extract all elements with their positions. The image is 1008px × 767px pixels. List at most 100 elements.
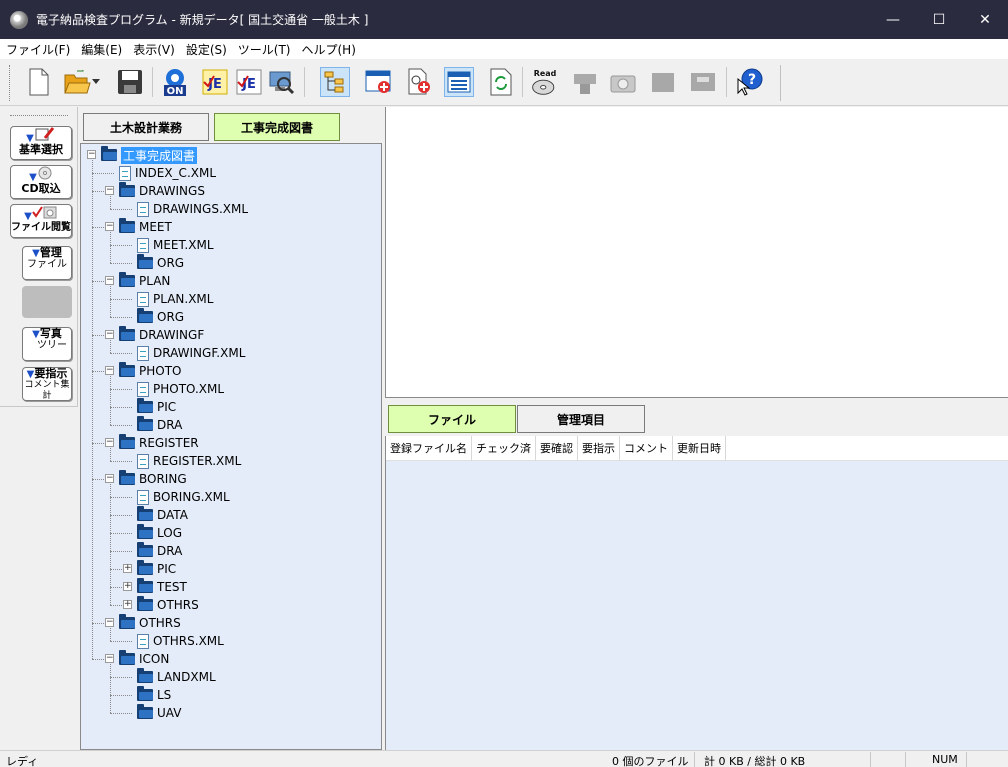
col-updated[interactable]: 更新日時 (673, 435, 726, 461)
expand-icon[interactable]: + (123, 564, 132, 573)
tree-file-node[interactable]: PLAN.XML (137, 290, 213, 308)
xml-file-icon (119, 165, 131, 181)
tree-folder-node[interactable]: TEST (137, 578, 187, 596)
je-check-2-button[interactable]: JE (234, 67, 264, 97)
menu-file[interactable]: ファイル(F) (6, 41, 70, 58)
collapse-icon[interactable]: − (105, 474, 114, 483)
standard-select-button[interactable]: ▼ 基準選択 (10, 126, 72, 160)
tree-file-node[interactable]: OTHRS.XML (137, 632, 224, 650)
col-comment[interactable]: コメント (620, 435, 673, 461)
col-checked[interactable]: チェック済 (472, 435, 536, 461)
photo-tree-button[interactable]: ▼写真 ツリー (22, 327, 72, 361)
refresh-button[interactable] (486, 67, 516, 97)
tree-file-node[interactable]: DRAWINGF.XML (137, 344, 245, 362)
xml-file-icon (137, 237, 149, 253)
toolbar-end-line (780, 65, 781, 101)
col-needs-instruction[interactable]: 要指示 (578, 435, 620, 461)
read-disc-button[interactable]: Read (530, 67, 560, 97)
toolbar-separator (304, 67, 305, 97)
tree-folder-node[interactable]: DRA (137, 542, 182, 560)
manage-file-button[interactable]: ▼管理 ファイル (22, 246, 72, 280)
open-folder-button[interactable] (62, 67, 92, 97)
new-file-button[interactable] (24, 67, 54, 97)
folder-tree[interactable]: − 工事完成図書 INDEX_C.XML − DRAWINGS DRAWINGS.XML −… (80, 143, 382, 750)
tree-folder-node[interactable]: 工事完成図書 (101, 146, 198, 164)
search-pc-button[interactable] (266, 67, 296, 97)
collapse-icon[interactable]: − (105, 276, 114, 285)
tab-manage-items[interactable]: 管理項目 (517, 405, 645, 433)
tree-folder-node[interactable]: PLAN (119, 272, 170, 290)
je-check-button[interactable]: JE (200, 67, 230, 97)
col-needs-confirm[interactable]: 要確認 (536, 435, 578, 461)
col-registered-file[interactable]: 登録ファイル名 (386, 435, 472, 461)
collapse-icon[interactable]: − (105, 330, 114, 339)
cd-import-button[interactable]: ▼ CD取込 (10, 165, 72, 199)
tree-folder-node[interactable]: UAV (137, 704, 181, 722)
collapse-icon[interactable]: − (105, 654, 114, 663)
comment-summary-button[interactable]: ▼要指示 コメント集計 (22, 367, 72, 401)
tree-folder-node[interactable]: MEET (119, 218, 172, 236)
tree-folder-node[interactable]: DRAWINGF (119, 326, 204, 344)
tree-folder-node[interactable]: PHOTO (119, 362, 181, 380)
tree-folder-node[interactable]: DATA (137, 506, 188, 524)
file-browse-button[interactable]: ▼ ファイル閲覧 (10, 204, 72, 238)
menu-tools[interactable]: ツール(T) (238, 41, 291, 58)
tree-folder-node[interactable]: OTHRS (137, 596, 199, 614)
collapse-icon[interactable]: − (105, 618, 114, 627)
expand-icon[interactable]: + (123, 600, 132, 609)
close-button[interactable]: ✕ (962, 0, 1008, 39)
tree-folder-node[interactable]: ICON (119, 650, 169, 668)
add-window-button[interactable] (364, 67, 394, 97)
status-divider (966, 752, 967, 767)
open-dropdown-button[interactable] (90, 67, 102, 97)
tree-file-node[interactable]: PHOTO.XML (137, 380, 224, 398)
tree-file-node[interactable]: BORING.XML (137, 488, 230, 506)
check-on-button[interactable]: ON (160, 67, 190, 97)
tree-node-label: ICON (139, 652, 170, 666)
menu-help[interactable]: ヘルプ(H) (302, 41, 356, 58)
collapse-icon[interactable]: − (105, 438, 114, 447)
tree-folder-node[interactable]: OTHRS (119, 614, 181, 632)
tab-file[interactable]: ファイル (388, 405, 516, 433)
collapse-icon[interactable]: − (105, 222, 114, 231)
menu-view[interactable]: 表示(V) (133, 41, 175, 58)
tree-folder-node[interactable]: DRAWINGS (119, 182, 205, 200)
triangle-down-icon: ▼ (24, 211, 32, 222)
on-label: ON (167, 86, 184, 97)
minimize-button[interactable]: — (870, 0, 916, 39)
tab-construction-docs[interactable]: 工事完成図書 (214, 113, 340, 141)
maximize-button[interactable]: ☐ (916, 0, 962, 39)
tree-folder-node[interactable]: PIC (137, 398, 176, 416)
collapse-icon[interactable]: − (105, 366, 114, 375)
collapse-icon[interactable]: − (87, 150, 96, 159)
tree-folder-node[interactable]: DRA (137, 416, 182, 434)
help-button[interactable]: ? (734, 67, 764, 97)
tree-file-node[interactable]: REGISTER.XML (137, 452, 241, 470)
tree-folder-node[interactable]: BORING (119, 470, 187, 488)
side-toolbar-grip[interactable] (10, 115, 68, 116)
add-document-button[interactable] (404, 67, 434, 97)
tree-folder-node[interactable]: LS (137, 686, 171, 704)
file-list[interactable]: 登録ファイル名 チェック済 要確認 要指示 コメント 更新日時 (385, 435, 1008, 750)
save-button[interactable] (115, 67, 145, 97)
tree-connector (110, 677, 132, 678)
tree-file-node[interactable]: INDEX_C.XML (119, 164, 216, 182)
menu-edit[interactable]: 編集(E) (81, 41, 122, 58)
tree-folder-node[interactable]: REGISTER (119, 434, 199, 452)
tree-folder-node[interactable]: LOG (137, 524, 182, 542)
tree-file-node[interactable]: MEET.XML (137, 236, 214, 254)
tree-folder-node[interactable]: PIC (137, 560, 176, 578)
tab-civil-design[interactable]: 土木設計業務 (83, 113, 209, 141)
tree-folder-node[interactable]: ORG (137, 308, 184, 326)
expand-icon[interactable]: + (123, 582, 132, 591)
collapse-icon[interactable]: − (105, 186, 114, 195)
tree-folder-node[interactable]: ORG (137, 254, 184, 272)
list-view-button[interactable] (444, 67, 474, 97)
tree-connector (110, 407, 132, 408)
tree-view-button[interactable] (320, 67, 350, 97)
toolbar-grip[interactable] (9, 65, 12, 101)
tree-folder-node[interactable]: LANDXML (137, 668, 216, 686)
menu-settings[interactable]: 設定(S) (186, 41, 227, 58)
help-icon: ? (737, 68, 763, 96)
tree-file-node[interactable]: DRAWINGS.XML (137, 200, 248, 218)
